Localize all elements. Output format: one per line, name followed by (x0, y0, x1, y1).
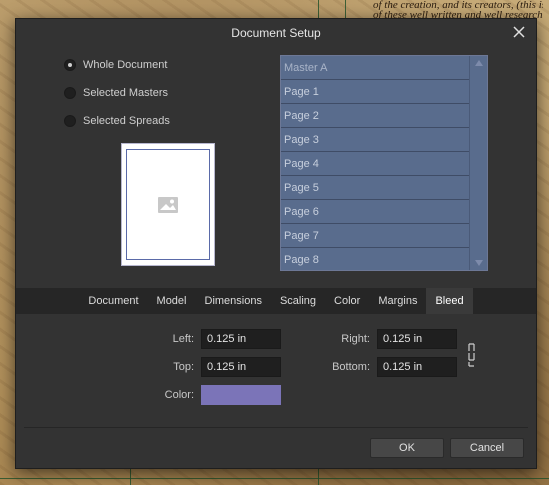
radio-button[interactable] (64, 115, 76, 127)
list-scrollbar[interactable] (469, 56, 487, 270)
page-thumbnail-page (126, 149, 210, 260)
list-item-page[interactable]: Page 6 (281, 200, 469, 224)
page-thumbnail (121, 143, 215, 266)
scroll-up-arrow-icon[interactable] (475, 60, 483, 66)
list-item-page[interactable]: Page 3 (281, 128, 469, 152)
dialog-titlebar: Document Setup (16, 19, 536, 47)
list-item-page[interactable]: Page 1 (281, 80, 469, 104)
list-item-page[interactable]: Page 8 (281, 248, 469, 270)
bleed-left-field[interactable]: 0.125 in (201, 329, 281, 349)
cancel-button[interactable]: Cancel (450, 438, 524, 458)
radio-whole-document[interactable]: Whole Document (64, 57, 167, 73)
image-placeholder-icon (158, 196, 178, 213)
background-document-text: of the creation, and its creators, (this… (373, 0, 543, 20)
radio-selected-spreads[interactable]: Selected Spreads (64, 113, 170, 129)
tab-document[interactable]: Document (79, 288, 147, 314)
background-green-line (318, 469, 319, 485)
bleed-left-label: Left: (172, 333, 194, 345)
radio-selected-masters[interactable]: Selected Masters (64, 85, 168, 101)
page-list[interactable]: Master A Page 1 Page 2 Page 3 Page 4 Pag… (280, 55, 488, 271)
bleed-bottom-field[interactable]: 0.125 in (377, 357, 457, 377)
background-green-line (318, 0, 319, 18)
tab-model[interactable]: Model (148, 288, 196, 314)
list-item-page[interactable]: Page 5 (281, 176, 469, 200)
tab-color[interactable]: Color (325, 288, 369, 314)
chain-link-icon[interactable] (466, 342, 478, 368)
tab-bleed[interactable]: Bleed (426, 288, 473, 314)
list-item-page[interactable]: Page 4 (281, 152, 469, 176)
background-text-line-1: of the creation, and its creators, (this… (373, 0, 543, 10)
tab-dimensions[interactable]: Dimensions (196, 288, 271, 314)
dialog-title: Document Setup (231, 26, 321, 40)
footer-separator (24, 427, 528, 428)
ok-button[interactable]: OK (370, 438, 444, 458)
radio-button[interactable] (64, 59, 76, 71)
tab-margins[interactable]: Margins (369, 288, 426, 314)
list-item-page[interactable]: Page 7 (281, 224, 469, 248)
close-icon[interactable] (512, 25, 526, 39)
tab-bar: Document Model Dimensions Scaling Color … (16, 288, 536, 314)
list-item-master-a[interactable]: Master A (281, 56, 469, 80)
tab-scaling[interactable]: Scaling (271, 288, 325, 314)
bleed-color-label: Color: (164, 389, 194, 401)
scroll-down-arrow-icon[interactable] (475, 260, 483, 266)
bleed-bottom-label: Bottom: (332, 361, 370, 373)
bleed-top-field[interactable]: 0.125 in (201, 357, 281, 377)
radio-selected-dot (68, 63, 72, 67)
list-item-page[interactable]: Page 2 (281, 104, 469, 128)
document-setup-dialog: Document Setup Whole Document Selected M… (15, 18, 537, 469)
bleed-top-label: Top: (173, 361, 194, 373)
background-green-line (0, 478, 549, 479)
radio-label: Selected Spreads (83, 115, 170, 127)
bleed-right-field[interactable]: 0.125 in (377, 329, 457, 349)
radio-label: Selected Masters (83, 87, 168, 99)
background-green-line (130, 469, 131, 485)
radio-label: Whole Document (83, 59, 168, 71)
bleed-color-swatch[interactable] (201, 385, 281, 405)
bleed-right-label: Right: (341, 333, 370, 345)
radio-button[interactable] (64, 87, 76, 99)
background-green-line (345, 0, 346, 18)
